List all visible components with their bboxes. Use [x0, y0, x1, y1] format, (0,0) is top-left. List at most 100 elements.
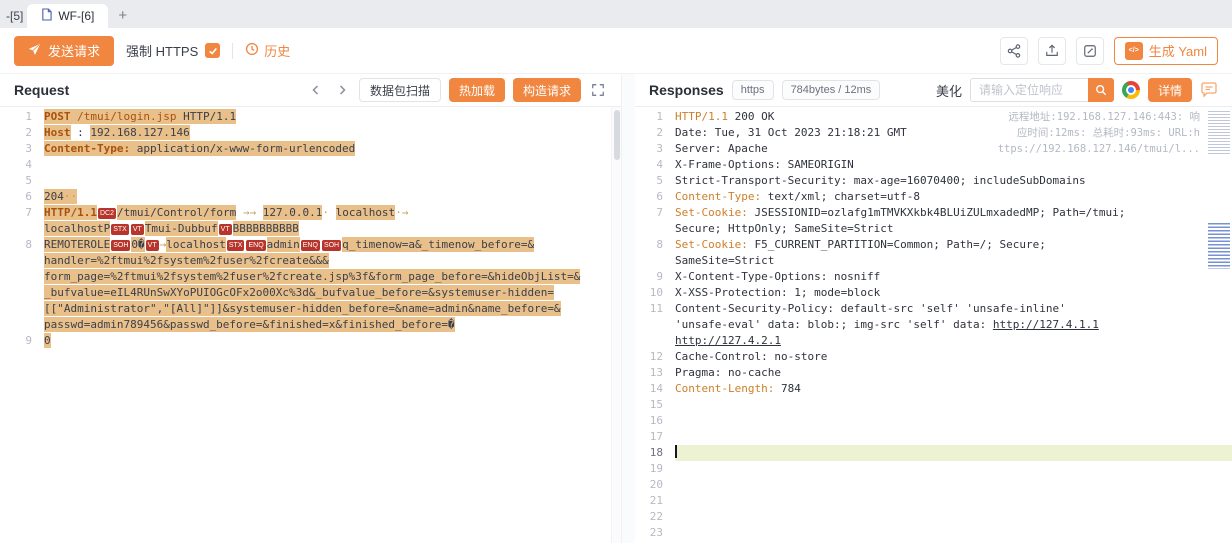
- force-https-label: 强制 HTTPS: [126, 41, 198, 60]
- editor-line[interactable]: 18: [635, 445, 1232, 461]
- editor-line-content[interactable]: [675, 525, 1232, 541]
- editor-line[interactable]: 16: [635, 413, 1232, 429]
- editor-line-content[interactable]: Content-Type: application/x-www-form-url…: [44, 141, 621, 157]
- response-editor[interactable]: 远程地址:192.168.127.146:443: 响 应时间:12ms: 总耗…: [635, 107, 1232, 543]
- tab-wf5-partial[interactable]: -[5]: [0, 9, 27, 28]
- request-scrollbar[interactable]: [611, 107, 621, 543]
- editor-line[interactable]: 7Set-Cookie: JSESSIONID=ozlafg1mTMVKXkbk…: [635, 205, 1232, 237]
- chrome-icon[interactable]: [1122, 81, 1140, 99]
- editor-line[interactable]: 15: [635, 397, 1232, 413]
- editor-token: ·: [322, 206, 329, 219]
- editor-line-content[interactable]: HTTP/1.1DC2/tmui/Control/form →→ 127.0.0…: [44, 205, 621, 237]
- editor-line[interactable]: 19: [635, 461, 1232, 477]
- editor-line[interactable]: 2Date: Tue, 31 Oct 2023 21:18:21 GMT: [635, 125, 1232, 141]
- editor-line-content[interactable]: [44, 173, 621, 189]
- editor-line[interactable]: 20: [635, 477, 1232, 493]
- editor-line-content[interactable]: [675, 445, 1232, 461]
- editor-line-content[interactable]: Set-Cookie: JSESSIONID=ozlafg1mTMVKXkbk4…: [675, 205, 1232, 237]
- editor-line[interactable]: 10X-XSS-Protection: 1; mode=block: [635, 285, 1232, 301]
- edit-button[interactable]: [1076, 37, 1104, 65]
- editor-line-content[interactable]: Host : 192.168.127.146: [44, 125, 621, 141]
- editor-line-content[interactable]: [675, 413, 1232, 429]
- editor-line-content[interactable]: X-XSS-Protection: 1; mode=block: [675, 285, 1232, 301]
- editor-line[interactable]: 14Content-Length: 784: [635, 381, 1232, 397]
- editor-line[interactable]: 4: [0, 157, 621, 173]
- packet-scan-button[interactable]: 数据包扫描: [359, 78, 441, 102]
- url-link[interactable]: http://127.4.1.1: [993, 318, 1099, 331]
- editor-line-content[interactable]: [675, 509, 1232, 525]
- editor-token: X-XSS-Protection: 1; mode=block: [675, 286, 880, 299]
- editor-line-content[interactable]: [44, 157, 621, 173]
- share-button[interactable]: [1000, 37, 1028, 65]
- editor-line[interactable]: 13Pragma: no-cache: [635, 365, 1232, 381]
- construct-request-button[interactable]: 构造请求: [513, 78, 581, 102]
- editor-line[interactable]: 22: [635, 509, 1232, 525]
- request-editor[interactable]: 1POST /tmui/login.jsp HTTP/1.12Host : 19…: [0, 107, 621, 543]
- editor-line-content[interactable]: Content-Length: 784: [675, 381, 1232, 397]
- editor-line[interactable]: 11Content-Security-Policy: default-src '…: [635, 301, 1232, 349]
- editor-line[interactable]: 3Content-Type: application/x-www-form-ur…: [0, 141, 621, 157]
- editor-line[interactable]: 12Cache-Control: no-store: [635, 349, 1232, 365]
- editor-line[interactable]: 1POST /tmui/login.jsp HTTP/1.1: [0, 109, 621, 125]
- editor-line[interactable]: 5Strict-Transport-Security: max-age=1607…: [635, 173, 1232, 189]
- editor-line-content[interactable]: [675, 429, 1232, 445]
- details-button[interactable]: 详情: [1148, 78, 1192, 102]
- editor-line[interactable]: 4X-Frame-Options: SAMEORIGIN: [635, 157, 1232, 173]
- editor-line-content[interactable]: REMOTEROLESOH0�VT→localhostSTXENQadminEN…: [44, 237, 621, 333]
- editor-line[interactable]: 8REMOTEROLESOH0�VT→localhostSTXENQadminE…: [0, 237, 621, 333]
- request-scrollbar-thumb[interactable]: [614, 110, 620, 160]
- editor-line[interactable]: 17: [635, 429, 1232, 445]
- editor-line-content[interactable]: Pragma: no-cache: [675, 365, 1232, 381]
- beautify-button[interactable]: 美化: [936, 81, 962, 100]
- send-request-button[interactable]: 发送请求: [14, 36, 114, 66]
- line-number: 2: [0, 125, 44, 141]
- editor-line-content[interactable]: Content-Type: text/xml; charset=utf-8: [675, 189, 1232, 205]
- editor-line-content[interactable]: X-Frame-Options: SAMEORIGIN: [675, 157, 1232, 173]
- editor-line-content[interactable]: 0: [44, 333, 621, 349]
- url-link[interactable]: http://127.4.2.1: [675, 334, 781, 347]
- editor-line[interactable]: 21: [635, 493, 1232, 509]
- comment-icon[interactable]: [1200, 81, 1218, 99]
- editor-line[interactable]: 6204··: [0, 189, 621, 205]
- export-button[interactable]: [1038, 37, 1066, 65]
- generate-yaml-button[interactable]: </> 生成 Yaml: [1114, 37, 1218, 65]
- editor-line[interactable]: 90: [0, 333, 621, 349]
- minimap-block: [1208, 223, 1230, 269]
- editor-line-content[interactable]: POST /tmui/login.jsp HTTP/1.1: [44, 109, 621, 125]
- editor-line[interactable]: 1HTTP/1.1 200 OK: [635, 109, 1232, 125]
- editor-line-content[interactable]: Date: Tue, 31 Oct 2023 21:18:21 GMT: [675, 125, 1232, 141]
- new-tab-button[interactable]: +: [108, 7, 137, 28]
- search-button[interactable]: [1088, 78, 1114, 102]
- tab-wf6[interactable]: WF-[6]: [27, 4, 108, 28]
- search-input[interactable]: [970, 78, 1088, 102]
- hot-reload-button[interactable]: 热加载: [449, 78, 505, 102]
- editor-line-content[interactable]: [675, 477, 1232, 493]
- editor-line-content[interactable]: [675, 493, 1232, 509]
- pane-splitter[interactable]: [622, 74, 635, 543]
- fullscreen-icon[interactable]: [589, 81, 607, 99]
- editor-line-content[interactable]: X-Content-Type-Options: nosniff: [675, 269, 1232, 285]
- editor-line[interactable]: 8Set-Cookie: F5_CURRENT_PARTITION=Common…: [635, 237, 1232, 269]
- editor-line-content[interactable]: Server: Apache: [675, 141, 1232, 157]
- editor-line-content[interactable]: Content-Security-Policy: default-src 'se…: [675, 301, 1232, 349]
- editor-line[interactable]: 5: [0, 173, 621, 189]
- editor-line[interactable]: 7HTTP/1.1DC2/tmui/Control/form →→ 127.0.…: [0, 205, 621, 237]
- editor-line-content[interactable]: [675, 461, 1232, 477]
- force-https-checkbox[interactable]: [205, 43, 220, 58]
- editor-line-content[interactable]: Set-Cookie: F5_CURRENT_PARTITION=Common;…: [675, 237, 1232, 269]
- minimap[interactable]: [1206, 107, 1230, 543]
- editor-line[interactable]: 2Host : 192.168.127.146: [0, 125, 621, 141]
- chevron-right-icon[interactable]: [333, 81, 351, 99]
- chevron-left-icon[interactable]: [307, 81, 325, 99]
- editor-line-content[interactable]: [675, 397, 1232, 413]
- history-button[interactable]: 历史: [245, 41, 290, 60]
- editor-line-content[interactable]: 204··: [44, 189, 621, 205]
- editor-token: localhost: [166, 237, 226, 252]
- editor-line-content[interactable]: Cache-Control: no-store: [675, 349, 1232, 365]
- editor-line[interactable]: 3Server: Apache: [635, 141, 1232, 157]
- editor-line-content[interactable]: HTTP/1.1 200 OK: [675, 109, 1232, 125]
- editor-line[interactable]: 6Content-Type: text/xml; charset=utf-8: [635, 189, 1232, 205]
- editor-line[interactable]: 23: [635, 525, 1232, 541]
- editor-line-content[interactable]: Strict-Transport-Security: max-age=16070…: [675, 173, 1232, 189]
- editor-line[interactable]: 9X-Content-Type-Options: nosniff: [635, 269, 1232, 285]
